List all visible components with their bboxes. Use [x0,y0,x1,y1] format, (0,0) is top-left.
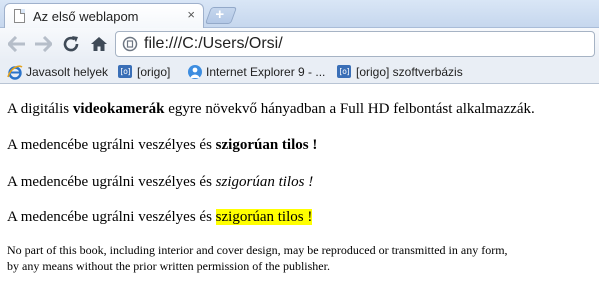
new-tab-button[interactable]: + [204,6,238,24]
forward-arrow-icon [35,35,54,53]
strong-text: szigorúan tilos ! [215,137,318,153]
bookmark-label: Javasolt helyek [26,65,109,79]
back-button[interactable] [4,31,30,57]
ie-icon [7,65,23,80]
origo-icon: [o] [118,65,132,78]
paragraph-bold: A digitális videokamerák egyre növekvő h… [7,101,535,118]
text: A digitális [7,101,73,117]
text: A medencébe ugrálni veszélyes és [7,137,216,153]
back-arrow-icon [6,35,25,53]
text: A medencébe ugrálni veszélyes és [7,209,216,225]
emphasized-text: szigorúan tilos ! [215,174,314,190]
highlighted-text: szigorúan tilos ! [215,209,313,225]
text: egyre növekvő hányadban a Full HD felbon… [164,101,535,117]
bold-text: videokamerák [72,101,165,117]
paragraph-highlight: A medencébe ugrálni veszélyes és szigorú… [7,209,313,226]
text: A medencébe ugrálni veszélyes és [7,174,216,190]
page-favicon-icon [14,9,25,23]
bookmark-label: Internet Explorer 9 - ... [206,65,326,79]
page-content: A digitális videokamerák egyre növekvő h… [0,84,599,302]
forward-button[interactable] [30,31,56,57]
copyright-notice: No part of this book, including interior… [7,242,597,274]
paragraph-emphasis: A medencébe ugrálni veszélyes és szigorú… [7,174,313,191]
tab-strip: Az első weblapom × + [0,0,599,29]
bookmark-label: [origo] [137,65,171,79]
bookmarks-bar: Javasolt helyek [o] [origo] Internet Exp… [0,60,599,84]
reload-icon [63,36,79,52]
paragraph-strong: A medencébe ugrálni veszélyes és szigorú… [7,137,317,154]
home-button[interactable] [86,31,112,57]
tab-title: Az első weblapom [33,9,139,24]
address-bar[interactable]: file:///C:/Users/Orsi/ [115,31,595,57]
reload-button[interactable] [58,31,84,57]
browser-toolbar: file:///C:/Users/Orsi/ [0,28,599,60]
origo-icon: [o] [337,65,351,78]
copyright-line-2: by any means without the prior written p… [7,259,330,273]
bookmark-label: [origo] szoftverbázis [356,65,463,79]
home-icon [91,37,107,51]
close-tab-icon[interactable]: × [187,7,195,23]
copyright-line-1: No part of this book, including interior… [7,243,508,257]
tab-active[interactable]: Az első weblapom × [4,3,204,29]
ie9-icon [188,65,202,79]
page-icon [122,36,138,52]
url-text[interactable]: file:///C:/Users/Orsi/ [144,35,283,53]
plus-icon: + [215,6,225,23]
